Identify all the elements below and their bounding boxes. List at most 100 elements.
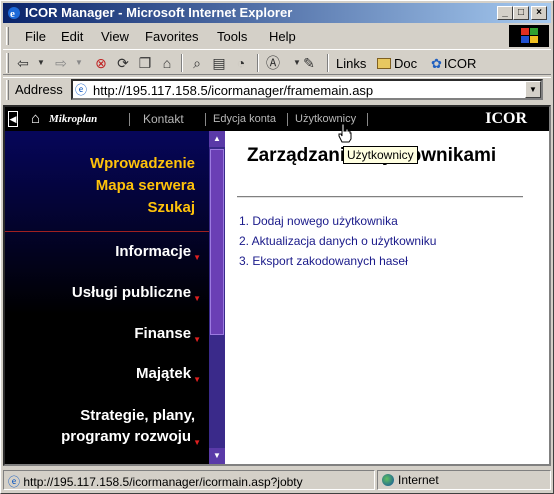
sidebar-link-szukaj[interactable]: Szukaj	[147, 199, 195, 216]
links-icor-label: ICOR	[443, 56, 477, 71]
menu-view[interactable]: View	[101, 29, 129, 44]
search-icon[interactable]: ⌕	[189, 55, 205, 71]
menu-tools[interactable]: Tools	[217, 29, 247, 44]
action-update-user[interactable]: 2. Aktualizacja danych o użytkowniku	[239, 231, 436, 251]
sidebar-item-uslugi-publiczne[interactable]: Usługi publiczne ▼	[72, 282, 201, 309]
dropdown-arrow-icon: ▼	[193, 253, 201, 262]
sidebar-item-strategie[interactable]: Strategie, plany,	[80, 405, 195, 426]
sidebar-item-label: Finanse	[134, 325, 192, 342]
scrollbar-thumb[interactable]	[210, 149, 224, 335]
status-bar: ⓔ http://195.117.158.5/icormanager/icorm…	[3, 470, 551, 490]
home-icon[interactable]: ⌂	[31, 110, 40, 127]
globe-icon	[382, 474, 394, 486]
history-icon[interactable]: ◔	[233, 55, 249, 71]
main-panel: Zarządzanie użytkownikami 1. Dodaj noweg…	[225, 131, 549, 464]
address-bar: Address ⓔ http://195.117.158.5/icormanag…	[3, 77, 551, 101]
menu-bar: File Edit View Favorites Tools Help	[3, 25, 551, 47]
action-add-user[interactable]: 1. Dodaj nowego użytkownika	[239, 211, 436, 231]
close-button[interactable]: ×	[531, 6, 547, 20]
status-url-pane: ⓔ http://195.117.158.5/icormanager/icorm…	[3, 470, 375, 490]
browser-window: e ICOR Manager - Microsoft Internet Expl…	[0, 0, 554, 494]
sidebar-item-programy-rozwoju[interactable]: programy rozwoju ▼	[61, 426, 201, 453]
nav-divider	[129, 113, 130, 126]
status-url: ⓔ http://195.117.158.5/icormanager/icorm…	[8, 473, 303, 490]
windows-logo-icon	[509, 25, 549, 47]
icor-logo: ICOR	[485, 110, 527, 127]
page-content: ◀ ⌂ Mikroplan Kontakt Edycja konta Użytk…	[3, 105, 551, 466]
hand-cursor-icon	[338, 123, 352, 143]
address-dropdown-button[interactable]: ▼	[525, 81, 541, 98]
collapse-arrow-icon[interactable]: ◀	[8, 111, 18, 127]
edit-icon[interactable]: ✎	[301, 55, 317, 71]
heading-divider	[237, 196, 523, 198]
toolbar-grip[interactable]	[6, 53, 9, 73]
scroll-up-icon[interactable]: ▲	[209, 131, 225, 147]
status-zone-label: Internet	[398, 473, 439, 487]
action-list: 1. Dodaj nowego użytkownika 2. Aktualiza…	[239, 211, 436, 271]
sidebar-item-informacje[interactable]: Informacje ▼	[115, 241, 201, 268]
dropdown-arrow-icon: ▼	[193, 438, 201, 447]
dropdown-arrow-icon: ▼	[193, 375, 201, 384]
menu-help[interactable]: Help	[269, 29, 296, 44]
window-title: ICOR Manager - Microsoft Internet Explor…	[25, 5, 293, 20]
standard-toolbar: ⇦ ▼ ⇨ ▼ ⊗ ⟳ ❐ ⌂ ⌕ ▤ ◔ Ⓐ ▼ ✎ Links Doc ✿ I…	[3, 49, 551, 75]
sidebar-item-label: Informacje	[115, 243, 192, 260]
sidebar-link-mapa-serwera[interactable]: Mapa serwera	[96, 177, 195, 194]
nav-kontakt[interactable]: Kontakt	[143, 112, 184, 126]
sidebar-item-label: Usługi publiczne	[71, 284, 192, 301]
dropdown-arrow-icon: ▼	[193, 294, 201, 303]
toolbar-separator	[257, 54, 259, 72]
link-icon: ✿	[431, 56, 442, 71]
title-bar[interactable]: e ICOR Manager - Microsoft Internet Expl…	[3, 3, 551, 23]
tooltip: Użytkownicy	[343, 146, 418, 164]
dropdown-arrow-icon: ▼	[193, 335, 201, 344]
status-url-text: http://195.117.158.5/icormanager/icormai…	[23, 475, 303, 489]
menu-favorites[interactable]: Favorites	[145, 29, 198, 44]
forward-icon[interactable]: ⇨	[53, 55, 69, 71]
sidebar-divider	[5, 231, 209, 232]
nav-divider	[367, 113, 368, 126]
top-navigation: ◀ ⌂ Mikroplan Kontakt Edycja konta Użytk…	[5, 107, 549, 131]
svg-text:e: e	[10, 8, 15, 20]
sidebar: Wprowadzenie Mapa serwera Szukaj Informa…	[5, 131, 209, 464]
links-doc-label: Doc	[394, 56, 418, 71]
minimize-button[interactable]: _	[497, 6, 513, 20]
address-input[interactable]: ⓔ http://195.117.158.5/icormanager/frame…	[71, 79, 543, 100]
scroll-down-icon[interactable]: ▼	[209, 448, 225, 464]
nav-divider	[205, 113, 206, 126]
sidebar-link-wprowadzenie[interactable]: Wprowadzenie	[90, 155, 195, 172]
back-icon[interactable]: ⇦	[15, 55, 31, 71]
links-icor[interactable]: ✿ ICOR	[431, 56, 476, 72]
back-dropdown-icon[interactable]: ▼	[33, 55, 49, 71]
status-zone: Internet	[382, 473, 439, 487]
status-zone-pane: Internet	[377, 470, 551, 490]
menu-edit[interactable]: Edit	[61, 29, 83, 44]
maximize-button[interactable]: □	[513, 6, 529, 20]
forward-dropdown-icon[interactable]: ▼	[71, 55, 87, 71]
address-url[interactable]: http://195.117.158.5/icormanager/framema…	[93, 83, 373, 98]
home-icon[interactable]: ⌂	[159, 55, 175, 71]
sidebar-item-label: programy rozwoju	[61, 428, 192, 445]
page-icon: ⓔ	[75, 83, 88, 97]
links-label[interactable]: Links	[336, 56, 366, 71]
nav-edycja-konta[interactable]: Edycja konta	[213, 113, 276, 125]
toolbar-separator	[327, 54, 329, 72]
refresh-icon[interactable]: ⟳	[115, 55, 131, 71]
sidebar-item-finanse[interactable]: Finanse ▼	[134, 323, 201, 350]
links-doc[interactable]: Doc	[377, 56, 417, 71]
addressbar-grip[interactable]	[6, 80, 9, 100]
sidebar-item-label: Majątek	[136, 365, 192, 382]
copy-icon[interactable]: ❐	[137, 55, 153, 71]
folder-icon	[377, 58, 391, 69]
mail-icon[interactable]: Ⓐ	[265, 55, 281, 71]
favorites-icon[interactable]: ▤	[211, 55, 227, 71]
nav-divider	[287, 113, 288, 126]
brand-logo[interactable]: Mikroplan	[49, 113, 97, 125]
ie-logo-icon: e	[8, 7, 20, 20]
stop-icon[interactable]: ⊗	[93, 55, 109, 71]
sidebar-item-majatek[interactable]: Majątek ▼	[136, 363, 201, 390]
menu-file[interactable]: File	[25, 29, 46, 44]
menubar-grip[interactable]	[6, 27, 9, 45]
action-export-passwords[interactable]: 3. Eksport zakodowanych haseł	[239, 251, 436, 271]
sidebar-scrollbar[interactable]: ▲ ▼	[209, 131, 225, 464]
